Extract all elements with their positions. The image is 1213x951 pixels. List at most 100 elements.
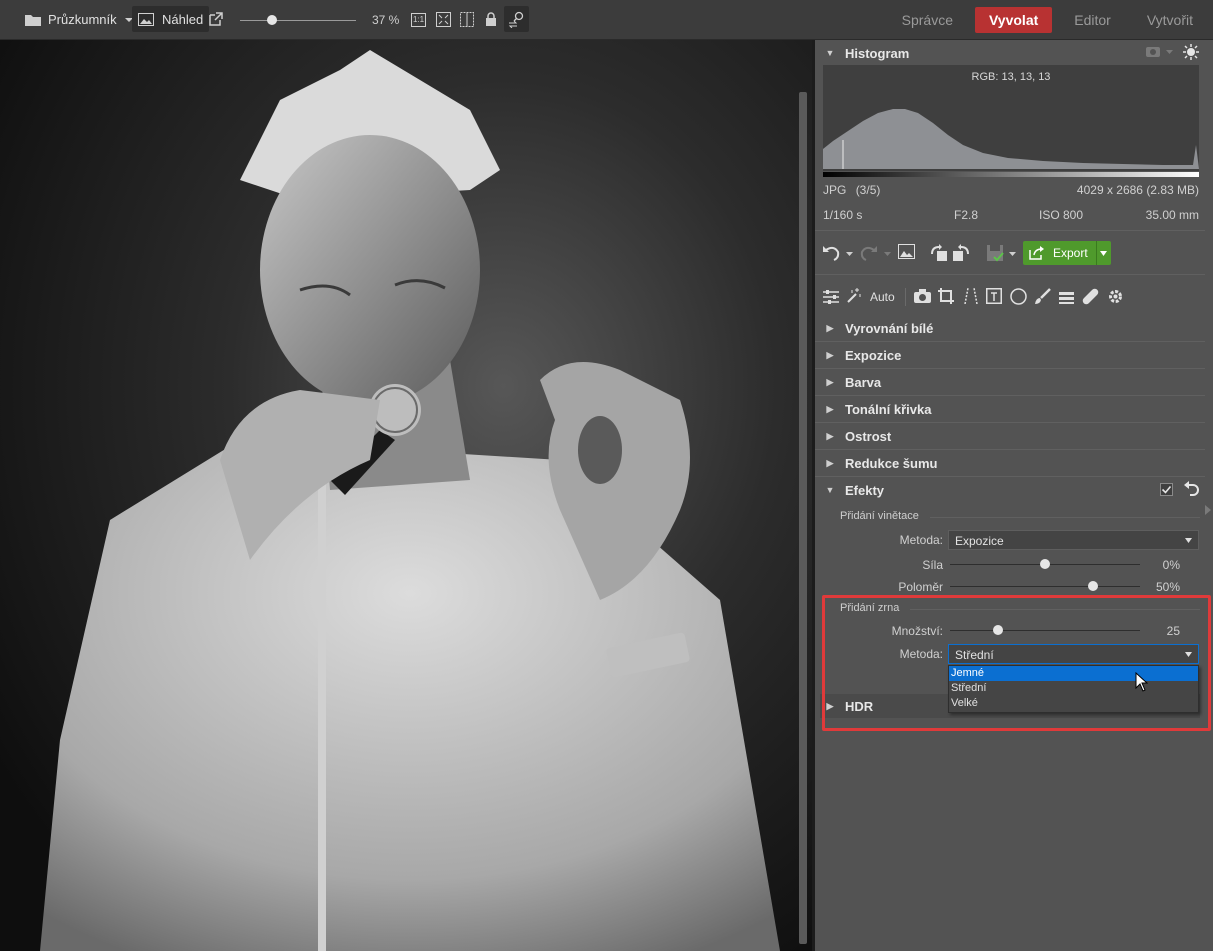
photo-view-icon[interactable] xyxy=(898,244,915,259)
section-tone-curve[interactable]: ▶ Tonální křivka xyxy=(815,397,1205,421)
fit-screen-button[interactable] xyxy=(436,0,451,39)
open-external-button[interactable] xyxy=(208,0,223,39)
mode-create[interactable]: Vytvořit xyxy=(1133,7,1207,33)
aperture: F2.8 xyxy=(954,208,979,222)
browser-label: Průzkumník xyxy=(48,12,117,27)
vignette-radius-value: 50% xyxy=(1155,580,1180,594)
divider xyxy=(815,341,1205,342)
section-noise-reduction[interactable]: ▶ Redukce šumu xyxy=(815,451,1205,475)
mode-manager[interactable]: Správce xyxy=(888,7,967,33)
camera-icon[interactable] xyxy=(914,289,931,303)
section-title: Ostrost xyxy=(845,428,892,444)
section-title: Efekty xyxy=(845,482,885,498)
section-exposure[interactable]: ▶ Expozice xyxy=(815,343,1205,367)
vignette-strength-value: 0% xyxy=(1162,558,1180,572)
panel-scroll-arrow-icon[interactable] xyxy=(1205,505,1211,515)
export-icon xyxy=(1029,246,1044,260)
undo-icon[interactable] xyxy=(822,244,854,262)
export-main[interactable]: Export xyxy=(1023,241,1096,265)
photo-viewer[interactable] xyxy=(0,40,812,951)
divider xyxy=(815,274,1205,275)
image-icon xyxy=(138,12,154,26)
vignette-radius-knob[interactable] xyxy=(1087,581,1098,591)
browser-button[interactable]: Průzkumník xyxy=(24,0,133,39)
chevron-down-icon xyxy=(1100,250,1108,256)
collapsed-triangle-icon: ▶ xyxy=(826,349,834,360)
iso: ISO 800 xyxy=(1039,208,1084,222)
redo-icon[interactable] xyxy=(860,244,892,262)
zoom-knob[interactable] xyxy=(267,14,278,25)
lock-button[interactable] xyxy=(485,0,497,39)
sun-settings-icon[interactable] xyxy=(1183,44,1199,60)
viewer-scrollbar[interactable] xyxy=(799,92,807,944)
bandage-icon[interactable] xyxy=(1082,288,1099,305)
gear-icon[interactable] xyxy=(1107,288,1124,305)
section-title: Vyrovnání bílé xyxy=(845,320,934,336)
export-dropdown[interactable] xyxy=(1095,241,1111,265)
divider xyxy=(815,476,1205,477)
camera-dropdown-icon[interactable] xyxy=(1146,46,1174,58)
divider xyxy=(930,517,1200,518)
adjustments-icon[interactable] xyxy=(823,289,839,304)
export-button[interactable]: Export xyxy=(1023,241,1111,265)
compare-button[interactable] xyxy=(460,0,474,39)
preview-button[interactable]: Náhled xyxy=(132,6,210,32)
vignette-method-label: Metoda: xyxy=(899,533,943,547)
section-color[interactable]: ▶ Barva xyxy=(815,370,1205,394)
focal-length: 35.00 mm xyxy=(1145,208,1199,222)
section-title: Tonální křivka xyxy=(845,401,932,417)
shutter-speed: 1/160 s xyxy=(823,208,863,222)
vignette-strength-label: Síla xyxy=(922,558,943,572)
vignette-title: Přidání vinětace xyxy=(840,510,919,522)
section-title: Barva xyxy=(845,374,882,390)
sync-zoom-button[interactable] xyxy=(504,6,529,32)
file-format-label: JPG xyxy=(823,183,847,197)
collapsed-triangle-icon: ▶ xyxy=(826,403,834,414)
section-effects[interactable]: ▼ Efekty xyxy=(815,478,1205,502)
vignette-method-value: Expozice xyxy=(955,534,1004,548)
magic-wand-icon[interactable] xyxy=(846,288,862,304)
export-label: Export xyxy=(1053,246,1088,260)
histogram-gradient-bar xyxy=(823,172,1199,177)
rotate-right-icon[interactable] xyxy=(952,244,970,262)
crop-icon[interactable] xyxy=(938,288,954,304)
fit-screen-icon xyxy=(436,12,451,27)
external-link-icon xyxy=(209,12,223,26)
one-to-one-icon: 1:1 xyxy=(411,12,427,27)
zoom-1to1-button[interactable]: 1:1 xyxy=(411,0,427,39)
expanded-triangle-icon: ▼ xyxy=(825,48,835,58)
text-frame-icon[interactable] xyxy=(986,288,1002,304)
auto-button[interactable]: Auto xyxy=(870,290,895,304)
section-sharpness[interactable]: ▶ Ostrost xyxy=(815,424,1205,448)
divider xyxy=(905,288,906,306)
lock-icon xyxy=(486,12,496,26)
mode-editor[interactable]: Editor xyxy=(1060,7,1125,33)
zoom-slider[interactable] xyxy=(240,0,356,39)
expanded-triangle-icon: ▼ xyxy=(825,485,835,495)
file-dimensions: 4029 x 2686 (2.83 MB) xyxy=(1076,183,1199,197)
vignette-method-select[interactable]: Expozice xyxy=(948,530,1199,550)
histogram-graph[interactable]: RGB: 13, 13, 13 xyxy=(823,65,1199,171)
zoom-value: 37 % xyxy=(372,12,400,27)
chevron-down-icon xyxy=(1185,538,1192,543)
divider xyxy=(815,395,1205,396)
radial-filter-icon[interactable] xyxy=(1010,288,1027,305)
zoom-track xyxy=(240,19,356,21)
vignette-radius-slider[interactable] xyxy=(950,586,1140,587)
vignette-strength-knob[interactable] xyxy=(1040,559,1050,569)
mode-switcher: Správce Vyvolat Editor Vytvořit xyxy=(880,0,1213,39)
top-toolbar: Průzkumník Náhled 37 % 1:1 Správce Vyvol… xyxy=(0,0,1213,40)
gradient-filter-icon[interactable] xyxy=(1058,288,1075,305)
preview-label: Náhled xyxy=(162,11,204,27)
reset-icon[interactable] xyxy=(1183,481,1199,496)
collapsed-triangle-icon: ▶ xyxy=(826,430,834,441)
rotate-left-icon[interactable] xyxy=(930,244,948,262)
divider xyxy=(815,230,1205,231)
section-white-balance[interactable]: ▶ Vyrovnání bílé xyxy=(815,316,1205,340)
save-icon[interactable] xyxy=(986,244,1018,262)
mode-develop[interactable]: Vyvolat xyxy=(974,6,1053,33)
perspective-icon[interactable] xyxy=(962,288,980,304)
histogram-curve xyxy=(823,109,1199,169)
checkbox-icon[interactable] xyxy=(1160,483,1173,496)
brush-icon[interactable] xyxy=(1034,288,1051,305)
